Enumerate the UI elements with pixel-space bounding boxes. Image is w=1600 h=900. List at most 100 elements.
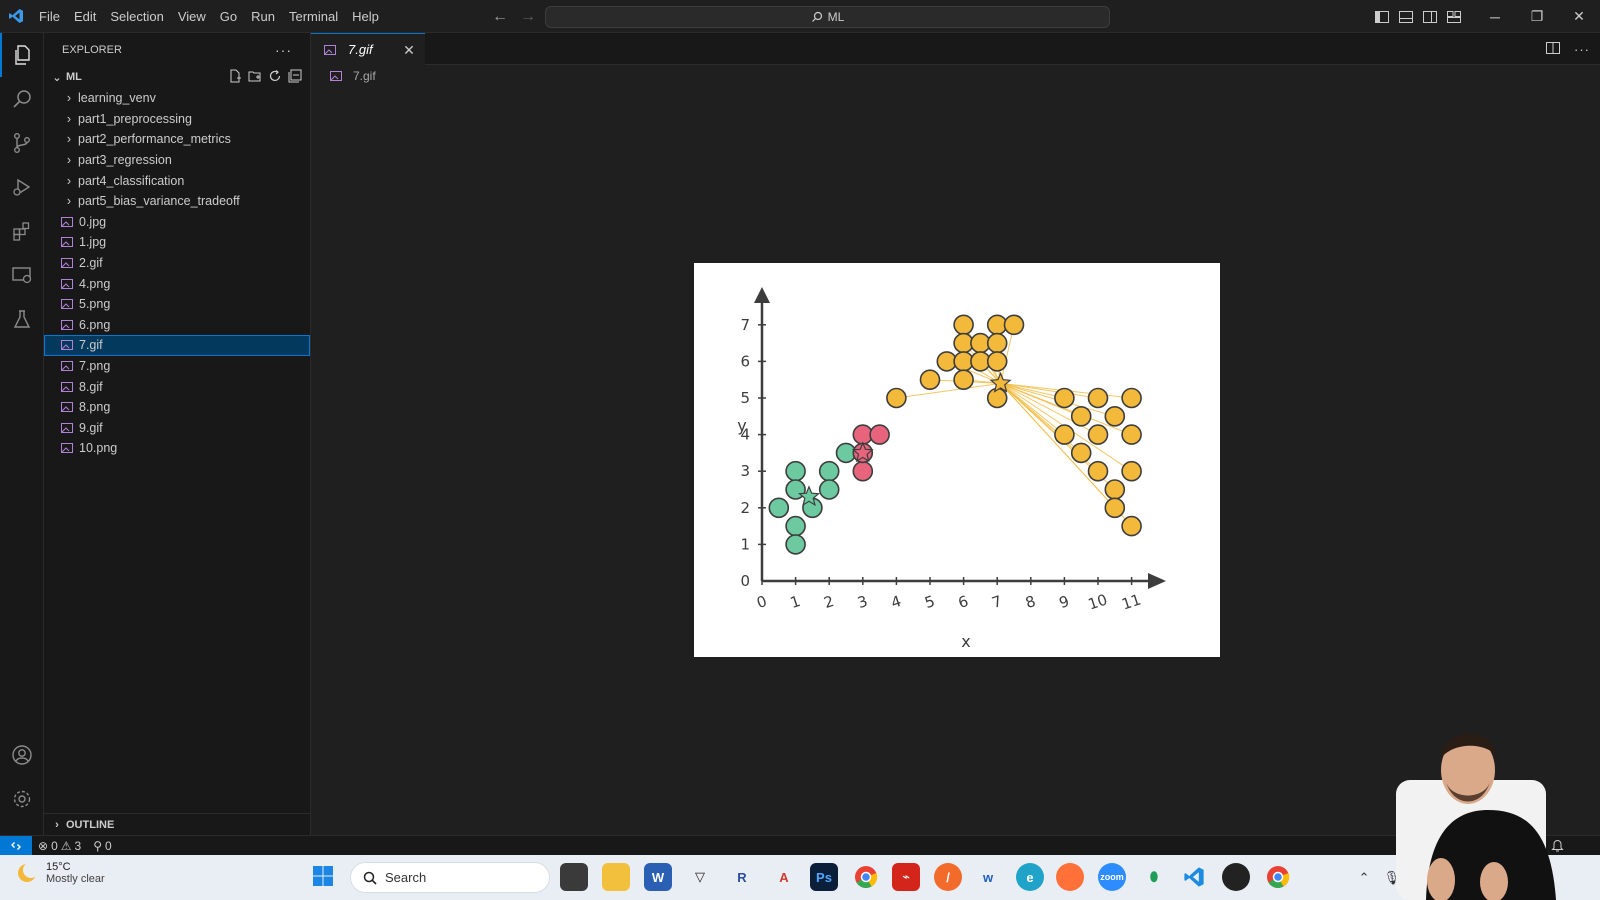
tree-folder[interactable]: › learning_venv — [44, 88, 310, 109]
warning-count: 3 — [74, 838, 82, 853]
data-point-orange — [1104, 406, 1126, 427]
new-folder-icon[interactable] — [248, 69, 262, 86]
tree-file[interactable]: 8.gif — [44, 376, 310, 397]
split-editor-icon[interactable] — [1546, 41, 1560, 57]
tree-file[interactable]: 5.png — [44, 294, 310, 315]
file-explorer-icon[interactable] — [602, 863, 630, 891]
chrome-icon[interactable] — [852, 863, 880, 891]
more-actions-icon[interactable]: ··· — [1574, 42, 1590, 57]
tree-file[interactable]: 4.png — [44, 273, 310, 294]
firefox-icon[interactable] — [1056, 863, 1084, 891]
postman-icon[interactable]: / — [934, 863, 962, 891]
restore-icon[interactable]: ❐ — [1516, 0, 1558, 33]
pdf-reader-icon[interactable]: ⌁ — [892, 863, 920, 891]
error-icon: ⊗ — [38, 838, 49, 853]
tree-file[interactable]: 8.png — [44, 397, 310, 418]
workspace-folder[interactable]: ⌄ ML — [44, 66, 310, 88]
menu-terminal[interactable]: Terminal — [282, 0, 345, 33]
windows-taskbar: 15°C Mostly clear Search W ▽ R A Ps ⌁ / … — [0, 855, 1600, 900]
tree-folder[interactable]: › part1_preprocessing — [44, 109, 310, 130]
problems-indicator[interactable]: ⊗ 0 ⚠ 3 — [32, 839, 87, 853]
back-arrow-icon[interactable]: ← — [492, 8, 508, 26]
photoshop-icon[interactable]: Ps — [810, 863, 838, 891]
testing-icon[interactable] — [0, 297, 44, 341]
menu-help[interactable]: Help — [345, 0, 386, 33]
explorer-icon[interactable] — [0, 33, 44, 77]
x-tick-label: 8 — [1023, 592, 1038, 612]
customize-layout-icon[interactable] — [1442, 0, 1466, 33]
menu-edit[interactable]: Edit — [67, 0, 103, 33]
collapse-all-icon[interactable] — [288, 69, 302, 86]
new-file-icon[interactable] — [228, 69, 242, 86]
source-control-icon[interactable] — [0, 121, 44, 165]
ports-count: 0 — [105, 838, 112, 853]
tray-chevron-up-icon[interactable]: ⌃ — [1359, 870, 1370, 886]
tree-file[interactable]: 0.jpg — [44, 212, 310, 233]
vivaldi-icon[interactable]: ▽ — [686, 863, 714, 891]
y-tick-label: 7 — [740, 316, 750, 334]
tree-file[interactable]: 2.gif — [44, 253, 310, 274]
windows-start-icon[interactable] — [312, 865, 336, 889]
task-view-icon[interactable] — [560, 863, 588, 891]
command-center-search[interactable]: ML — [545, 6, 1110, 28]
tree-folder[interactable]: › part2_performance_metrics — [44, 129, 310, 150]
search-icon[interactable] — [0, 77, 44, 121]
data-point-orange — [1121, 424, 1142, 445]
forward-arrow-icon[interactable]: → — [520, 8, 536, 26]
data-point-orange — [953, 314, 974, 336]
account-icon[interactable] — [0, 733, 44, 777]
toggle-panel-icon[interactable] — [1394, 0, 1418, 33]
tree-folder-label: part4_classification — [78, 173, 185, 188]
tree-file[interactable]: 1.jpg — [44, 232, 310, 253]
vscode-taskbar-icon[interactable] — [1180, 863, 1208, 891]
toggle-primary-sidebar-icon[interactable] — [1370, 0, 1394, 33]
refresh-icon[interactable] — [268, 69, 282, 86]
menu-run[interactable]: Run — [244, 0, 282, 33]
toggle-secondary-sidebar-icon[interactable] — [1418, 0, 1442, 33]
acrobat-icon[interactable]: A — [770, 863, 798, 891]
tree-file[interactable]: 6.png — [44, 315, 310, 336]
chrome-profile-icon[interactable] — [1264, 863, 1292, 891]
weather-widget[interactable]: 15°C Mostly clear — [16, 861, 105, 885]
tree-file[interactable]: 9.gif — [44, 418, 310, 439]
tree-file[interactable]: 7.gif — [44, 335, 310, 356]
tree-file[interactable]: 7.png — [44, 356, 310, 377]
run-debug-icon[interactable] — [0, 165, 44, 209]
folder-actions — [228, 66, 302, 88]
taskbar-search[interactable]: Search — [350, 862, 550, 893]
edge-icon[interactable]: e — [1016, 863, 1044, 891]
menu-go[interactable]: Go — [213, 0, 244, 33]
r-app-icon[interactable]: R — [728, 863, 756, 891]
close-window-icon[interactable]: ✕ — [1558, 0, 1600, 33]
menu-view[interactable]: View — [171, 0, 213, 33]
outline-section[interactable]: › OUTLINE — [44, 813, 311, 835]
word-web-icon[interactable]: w — [974, 863, 1002, 891]
mongodb-icon[interactable]: ⬮ — [1140, 863, 1168, 891]
menu-file[interactable]: File — [32, 0, 67, 33]
extensions-icon[interactable] — [0, 209, 44, 253]
connector-line — [896, 382, 1001, 399]
tree-folder[interactable]: › part5_bias_variance_tradeoff — [44, 191, 310, 212]
tab-7-gif[interactable]: 7.gif ✕ — [311, 33, 425, 65]
data-point-green — [785, 515, 806, 537]
y-tick-label: 6 — [740, 352, 750, 370]
outline-label: OUTLINE — [66, 818, 115, 831]
menu-selection[interactable]: Selection — [103, 0, 170, 33]
zoom-icon[interactable]: zoom — [1098, 863, 1126, 891]
tree-folder[interactable]: › part3_regression — [44, 150, 310, 171]
more-actions-icon[interactable]: ··· — [275, 42, 292, 58]
chevron-right-icon: › — [55, 818, 59, 831]
tree-folder[interactable]: › part4_classification — [44, 170, 310, 191]
close-tab-icon[interactable]: ✕ — [401, 42, 417, 58]
breadcrumb-file[interactable]: 7.gif — [353, 69, 376, 83]
ports-indicator[interactable]: ⚲ 0 — [87, 839, 117, 853]
tree-file[interactable]: 10.png — [44, 438, 310, 459]
remote-explorer-icon[interactable] — [0, 253, 44, 297]
remote-indicator-icon[interactable] — [0, 835, 32, 856]
word-icon[interactable]: W — [644, 863, 672, 891]
settings-gear-icon[interactable] — [0, 777, 44, 821]
minimize-icon[interactable]: ─ — [1474, 0, 1516, 33]
obs-icon[interactable] — [1222, 863, 1250, 891]
vscode-logo-icon — [0, 0, 32, 33]
explorer-header: EXPLORER ··· — [44, 33, 310, 66]
